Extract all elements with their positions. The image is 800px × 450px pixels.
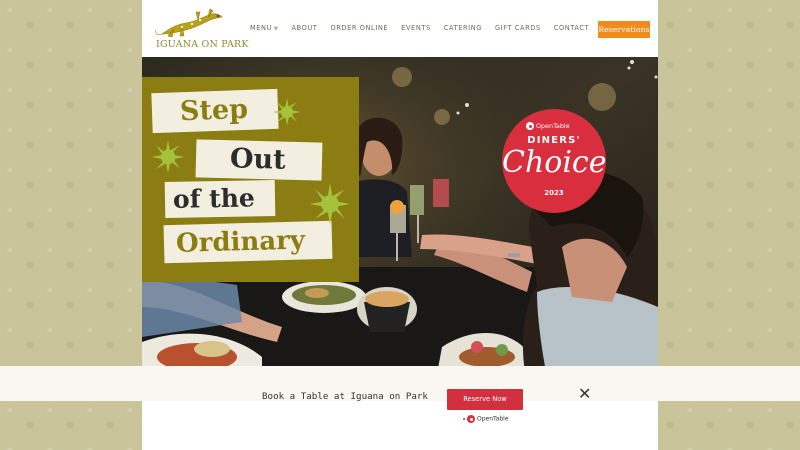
site-header: IGUANA ON PARK MENU ▼ ABOUT ORDER ONLINE … xyxy=(142,0,658,57)
logo-text: IGUANA ON PARK xyxy=(156,39,249,50)
nav-events[interactable]: EVENTS xyxy=(401,24,431,32)
badge-choice: Choice xyxy=(502,145,607,180)
headline-line-2: Out xyxy=(229,143,287,176)
nav-about[interactable]: ABOUT xyxy=(291,24,317,32)
chevron-down-icon: ▼ xyxy=(274,26,279,32)
diners-choice-badge: OpenTable DINERS' Choice 2023 xyxy=(502,109,607,213)
booking-bar-lower xyxy=(142,401,658,450)
opentable-icon xyxy=(526,122,534,130)
starburst-icon xyxy=(151,140,185,174)
headline-line-3: of the xyxy=(172,183,256,214)
opentable-text: OpenTable xyxy=(477,415,509,423)
starburst-icon xyxy=(309,183,351,225)
badge-year: 2023 xyxy=(544,189,564,197)
headline-strip-2: Out xyxy=(195,139,323,181)
nav-gift-cards[interactable]: GIFT CARDS xyxy=(495,24,541,32)
booking-text: Book a Table at Iguana on Park xyxy=(262,391,428,402)
nav-menu-label: MENU xyxy=(250,24,273,32)
starburst-icon xyxy=(273,98,301,126)
hero-section: Step Out of the Ordinary OpenTable DINER… xyxy=(142,57,658,401)
headline-strip-3: of the xyxy=(164,180,276,218)
headline-line-1: Step xyxy=(179,93,249,128)
headline-strip-4: Ordinary xyxy=(163,220,333,264)
promo-panel: Step Out of the Ordinary xyxy=(142,77,359,282)
nav-contact[interactable]: CONTACT xyxy=(554,24,589,32)
main-nav: MENU ▼ ABOUT ORDER ONLINE EVENTS CATERING… xyxy=(250,24,589,32)
gecko-logo-icon xyxy=(155,8,223,38)
reserve-now-button[interactable]: Reserve Now xyxy=(447,389,523,410)
reservations-button[interactable]: Reservations xyxy=(598,21,650,38)
nav-menu[interactable]: MENU ▼ xyxy=(250,24,278,32)
opentable-powered-logo: OpenTable xyxy=(463,415,509,423)
headline-strip-1: Step xyxy=(151,88,279,134)
site-logo[interactable]: IGUANA ON PARK xyxy=(152,6,248,52)
badge-opentable-logo: OpenTable xyxy=(526,122,570,130)
dot-icon xyxy=(463,418,465,420)
nav-order-online[interactable]: ORDER ONLINE xyxy=(330,24,388,32)
nav-catering[interactable]: CATERING xyxy=(444,24,482,32)
headline-line-4: Ordinary xyxy=(175,225,306,259)
badge-brand-text: OpenTable xyxy=(536,122,570,130)
close-icon[interactable]: ✕ xyxy=(578,386,591,402)
opentable-icon xyxy=(467,415,475,423)
